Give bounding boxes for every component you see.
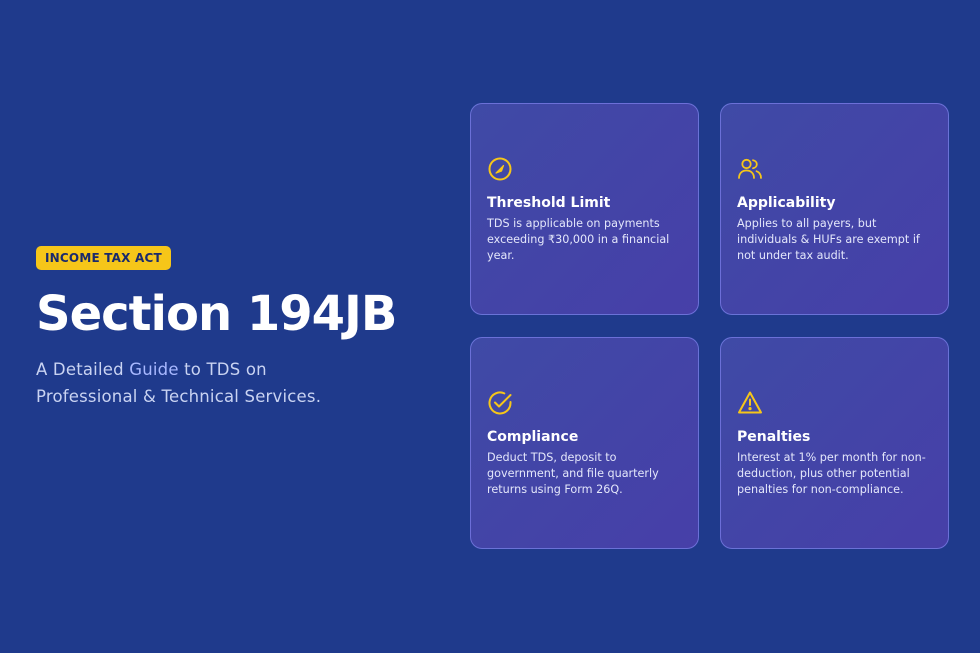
- gauge-icon: [488, 157, 512, 181]
- card-title: Applicability: [737, 195, 836, 211]
- card-applicability: Applicability Applies to all payers, but…: [720, 103, 949, 315]
- card-compliance: Compliance Deduct TDS, deposit to govern…: [470, 337, 699, 549]
- card-title: Compliance: [487, 429, 579, 445]
- card-description: Interest at 1% per month for non-deducti…: [737, 451, 926, 496]
- card-title: Penalties: [737, 429, 811, 445]
- card-threshold-limit: Threshold Limit TDS is applicable on pay…: [470, 103, 699, 315]
- card-penalties: Penalties Interest at 1% per month for n…: [720, 337, 949, 549]
- subtitle-text: to TDS on: [178, 360, 267, 379]
- hero-section: INCOME TAX ACT Section 194JB A Detailed …: [36, 246, 436, 410]
- page-title: Section 194JB: [36, 286, 397, 342]
- subtitle-text: Professional & Technical Services.: [36, 387, 322, 406]
- check-circle-icon: [488, 391, 512, 415]
- category-badge: INCOME TAX ACT: [36, 246, 171, 270]
- info-card-grid: Threshold Limit TDS is applicable on pay…: [470, 103, 951, 550]
- users-icon: [738, 158, 762, 179]
- subtitle-text: A Detailed: [36, 360, 130, 379]
- page-subtitle: A Detailed Guide to TDS on Professional …: [36, 356, 436, 410]
- warning-icon: [738, 391, 762, 414]
- card-title: Threshold Limit: [487, 195, 611, 211]
- card-description: Applies to all payers, but individuals &…: [737, 217, 920, 262]
- card-description: TDS is applicable on payments exceeding …: [487, 217, 670, 262]
- subtitle-highlight: Guide: [129, 360, 179, 379]
- card-description: Deduct TDS, deposit to government, and f…: [487, 451, 659, 496]
